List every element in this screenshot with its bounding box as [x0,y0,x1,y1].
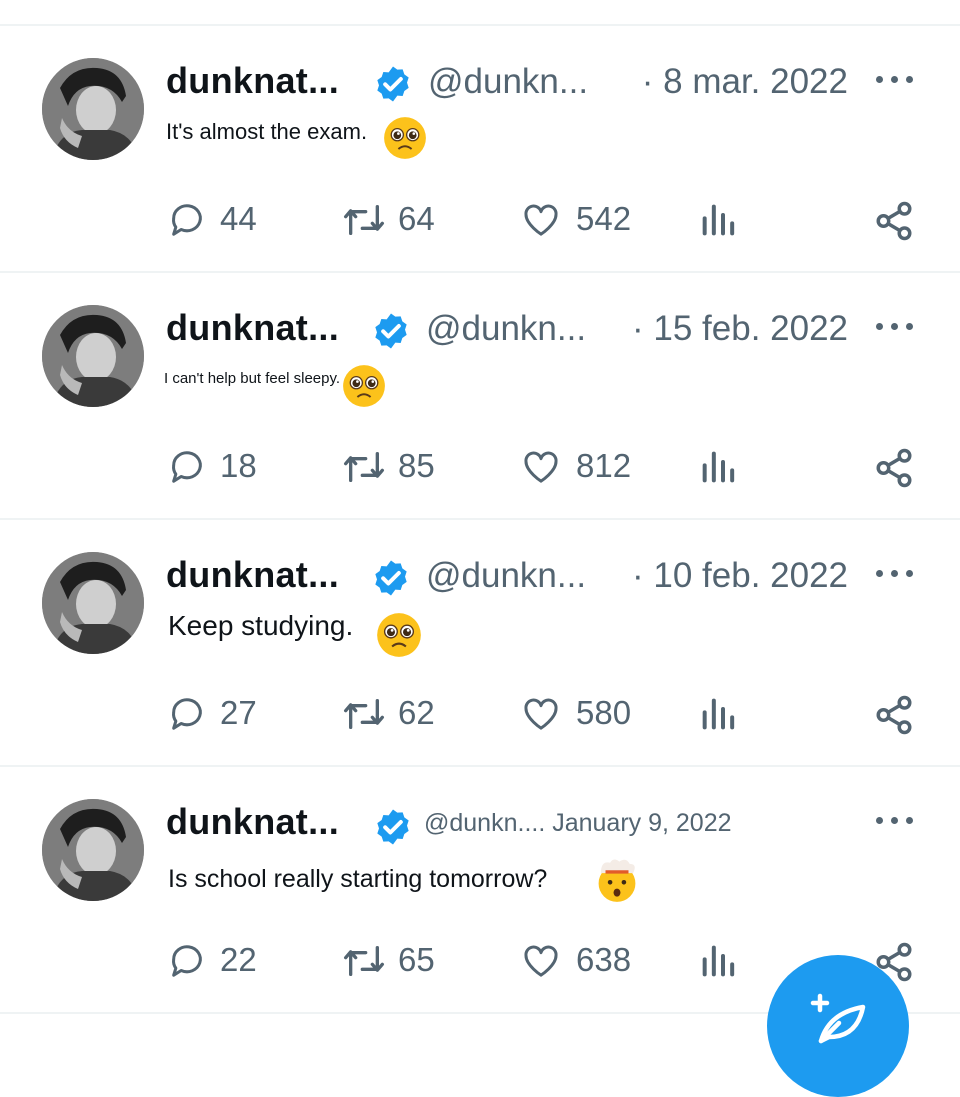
heart-icon [524,204,558,236]
views-icon [702,698,735,730]
timestamp[interactable]: · 10 feb. 2022 [632,556,848,596]
handle[interactable]: @dunkn... [426,309,586,349]
pleading-face-emoji [377,613,421,657]
heart-icon [524,698,558,730]
avatar[interactable] [42,58,144,160]
reply-count: 27 [220,694,257,731]
reply-icon [172,204,202,236]
avatar[interactable] [42,552,144,654]
share-icon [876,201,912,241]
handle[interactable]: @dunkn.... January 9, 2022 [424,809,732,838]
heart-icon [524,451,558,483]
tweet-2[interactable]: dunknat... @dunkn... · 15 feb. 2022 I ca… [0,273,960,520]
handle[interactable]: @dunkn... [428,62,588,102]
tweet-text: Keep studying. [168,610,354,641]
like-count: 542 [576,200,632,237]
tweet-text: I can't help but feel sleepy. [164,370,341,387]
avatar[interactable] [42,305,144,407]
heart-icon [524,945,558,977]
tweet-actions: 44 64 542 [0,196,960,244]
reply-count: 18 [220,447,257,484]
more-icon[interactable] [876,72,914,86]
verified-badge-icon [375,560,407,596]
tweet-actions: 27 62 580 [0,690,960,738]
display-name[interactable]: dunknat... [166,307,339,349]
compose-button[interactable] [767,955,909,1097]
verified-badge-icon [377,66,409,102]
tweet-3[interactable]: dunknat... @dunkn... · 10 feb. 2022 Keep… [0,520,960,767]
retweet-count: 85 [398,447,435,484]
retweet-count: 62 [398,694,435,731]
pleading-face-emoji [384,117,426,159]
display-name[interactable]: dunknat... [166,554,339,596]
like-count: 812 [576,447,632,484]
like-count: 638 [576,941,632,978]
retweet-icon [343,205,384,235]
share-icon [876,695,912,735]
views-icon [702,204,735,236]
more-icon[interactable] [876,566,914,580]
verified-badge-icon [375,313,407,349]
verified-badge-icon [377,809,409,845]
pleading-face-emoji [343,365,385,407]
reply-count: 44 [220,200,257,237]
tweet-text: Is school really starting tomorrow? [168,865,548,893]
tweet-1[interactable]: dunknat... @dunkn... · 8 mar. 2022 It's … [0,26,960,273]
retweet-icon [343,452,384,482]
reply-count: 22 [220,941,257,978]
reply-icon [172,698,202,730]
more-icon[interactable] [876,319,914,333]
retweet-icon [343,946,384,976]
compose-icon [810,993,866,1044]
retweet-icon [343,699,384,729]
avatar[interactable] [42,799,144,901]
exploding-head-emoji [598,859,636,902]
display-name[interactable]: dunknat... [166,801,339,843]
timestamp[interactable]: · 8 mar. 2022 [642,62,848,102]
more-icon[interactable] [876,813,914,827]
reply-icon [172,945,202,977]
share-icon [876,448,912,488]
timestamp[interactable]: · 15 feb. 2022 [632,309,848,349]
views-icon [702,945,735,977]
like-count: 580 [576,694,632,731]
reply-icon [172,451,202,483]
display-name[interactable]: dunknat... [166,60,339,102]
retweet-count: 65 [398,941,435,978]
retweet-count: 64 [398,200,435,237]
handle[interactable]: @dunkn... [426,556,586,596]
tweet-text: It's almost the exam. [166,119,368,144]
views-icon [702,451,735,483]
tweet-actions: 18 85 812 [0,443,960,491]
